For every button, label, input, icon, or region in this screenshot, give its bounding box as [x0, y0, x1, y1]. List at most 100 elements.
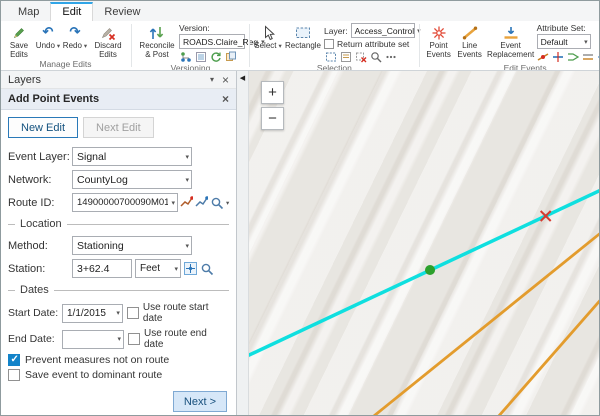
use-route-end-checkbox[interactable] — [128, 333, 140, 345]
end-date-picker[interactable]: ▾ — [62, 330, 124, 349]
network-value: CountyLog — [77, 174, 128, 186]
prevent-measures-checkbox[interactable] — [8, 354, 20, 366]
layer-combobox[interactable]: Access_Control ▾ — [351, 23, 415, 38]
event-layer-row: Event Layer: Signal ▾ — [8, 147, 229, 166]
station-unit-combobox[interactable]: Feet ▾ — [135, 259, 181, 278]
zoom-in-button[interactable]: + — [261, 81, 284, 104]
start-date-label: Start Date: — [8, 307, 62, 319]
start-date-picker[interactable]: 1/1/2015 ▾ — [62, 304, 123, 323]
refresh-version-icon[interactable] — [209, 51, 222, 63]
zoom-out-button[interactable]: − — [261, 107, 284, 130]
station-unit-value: Feet — [140, 263, 160, 274]
route-locator-dropdown-icon: ▾ — [226, 199, 229, 207]
select-all-icon[interactable] — [324, 51, 337, 63]
redo-button[interactable]: ↷ Redo▾ — [62, 22, 88, 50]
route-id-combobox[interactable]: 14900000700090M01 ▾ — [72, 193, 178, 212]
ribbon: Save Edits ↶ Undo▾ ↷ Redo▾ Discard Edits… — [1, 21, 599, 71]
end-date-row: End Date: ▾ Use route end date — [8, 328, 229, 350]
point-events-button[interactable]: Point Events — [424, 22, 454, 59]
tab-edit[interactable]: Edit — [50, 2, 93, 21]
select-button[interactable]: Select▾ — [254, 22, 282, 50]
pick-route-from-map-icon[interactable] — [195, 196, 208, 209]
conflicts-icon[interactable] — [224, 51, 237, 63]
station-input[interactable] — [72, 259, 132, 278]
route-locator-icon[interactable]: ▾ — [210, 196, 229, 210]
edit-buttons-row: New Edit Next Edit — [8, 117, 229, 138]
station-picker-icon[interactable] — [183, 261, 198, 276]
reconcile-post-button[interactable]: Reconcile & Post — [136, 22, 178, 59]
add-event-on-line-icon[interactable] — [537, 51, 550, 63]
prevent-measures-row: Prevent measures not on route — [8, 354, 229, 366]
tab-review[interactable]: Review — [93, 3, 151, 21]
network-dropdown-icon: ▾ — [182, 176, 189, 184]
undo-icon: ↶ — [43, 24, 54, 41]
point-event-marker — [425, 265, 435, 275]
map-features — [249, 71, 599, 415]
select-cursor-icon — [261, 24, 275, 41]
left-dock: Layers ▾ × Add Point Events × New Edit N… — [1, 71, 237, 415]
save-edits-label: Save Edits — [4, 41, 34, 59]
station-unit-dropdown-icon: ▾ — [171, 265, 178, 273]
map-canvas[interactable]: + − — [249, 71, 599, 415]
group-label-manage-edits: Manage Edits — [4, 59, 127, 71]
attribute-set-combobox[interactable]: Default ▾ — [537, 34, 591, 49]
save-dominant-label: Save event to dominant route — [25, 369, 162, 381]
clear-selection-icon[interactable] — [354, 51, 367, 63]
undo-dropdown-icon[interactable]: ▾ — [57, 43, 60, 50]
version-value: ROADS.Claire_Reg — [183, 37, 258, 47]
layers-pane-title: Layers — [8, 74, 41, 86]
next-button-row: Next > — [8, 391, 227, 412]
next-button[interactable]: Next > — [173, 391, 227, 412]
route-id-label: Route ID: — [8, 197, 72, 209]
tab-map[interactable]: Map — [7, 3, 50, 21]
undo-button[interactable]: ↶ Undo▾ — [35, 22, 61, 50]
save-dominant-checkbox[interactable] — [8, 369, 20, 381]
save-edits-button[interactable]: Save Edits — [4, 22, 34, 59]
layer-value: Access_Control — [355, 26, 415, 36]
discard-edits-label: Discard Edits — [89, 41, 127, 59]
group-edit-events: Point Events Line Events Event Replaceme… — [421, 21, 599, 70]
select-by-attributes-icon[interactable] — [339, 51, 352, 63]
selection-tools — [324, 50, 415, 63]
pane-collapse-strip[interactable]: ◀ — [237, 71, 249, 415]
offset-event-icon[interactable] — [582, 51, 595, 63]
return-attribute-set-checkbox[interactable] — [324, 39, 334, 49]
group-manage-edits: Save Edits ↶ Undo▾ ↷ Redo▾ Discard Edits… — [1, 21, 130, 70]
layers-pane-menu-icon[interactable]: ▾ — [210, 76, 214, 84]
selection-options-icon[interactable] — [384, 51, 397, 63]
network-combobox[interactable]: CountyLog ▾ — [72, 170, 192, 189]
version-combobox[interactable]: ROADS.Claire_Reg ▾ — [179, 34, 245, 49]
event-layer-combobox[interactable]: Signal ▾ — [72, 147, 192, 166]
arcgis-pro-window: Map Edit Review Save Edits ↶ Undo▾ ↷ Red… — [0, 0, 600, 416]
location-section-label: Location — [20, 218, 62, 230]
select-dropdown-icon[interactable]: ▾ — [278, 43, 281, 50]
add-point-events-close-icon[interactable]: × — [222, 93, 229, 105]
method-combobox[interactable]: Stationing ▾ — [72, 236, 192, 255]
event-replacement-button[interactable]: Event Replacement — [486, 22, 536, 59]
new-edit-button[interactable]: New Edit — [8, 117, 78, 138]
map-zoom-control: + − — [261, 81, 284, 130]
route-id-row: Route ID: 14900000700090M01 ▾ ▾ — [8, 193, 229, 212]
merge-events-icon[interactable] — [567, 51, 580, 63]
version-changes-icon[interactable] — [194, 51, 207, 63]
select-label: Select — [254, 41, 276, 50]
redo-label: Redo — [63, 41, 82, 50]
start-date-value: 1/1/2015 — [67, 308, 106, 319]
line-events-button[interactable]: Line Events — [455, 22, 485, 59]
layers-pane-close-icon[interactable]: × — [222, 74, 229, 86]
rectangle-tool-icon — [295, 24, 311, 41]
branch-version-icon[interactable] — [179, 51, 192, 63]
pick-route-icon[interactable] — [180, 196, 193, 209]
line-events-label: Line Events — [455, 41, 485, 59]
zoom-to-station-icon[interactable] — [200, 262, 214, 276]
use-route-start-checkbox[interactable] — [127, 307, 139, 319]
redo-dropdown-icon[interactable]: ▾ — [84, 43, 87, 50]
split-event-icon[interactable] — [552, 51, 565, 63]
locate-event-icon[interactable] — [597, 51, 599, 63]
rectangle-tool-button[interactable]: Rectangle — [283, 22, 323, 50]
next-edit-button[interactable]: Next Edit — [83, 117, 154, 138]
discard-edits-button[interactable]: Discard Edits — [89, 22, 127, 59]
collapse-left-icon[interactable]: ◀ — [240, 75, 245, 82]
zoom-to-selection-icon[interactable] — [369, 51, 382, 63]
point-events-icon — [431, 24, 447, 41]
